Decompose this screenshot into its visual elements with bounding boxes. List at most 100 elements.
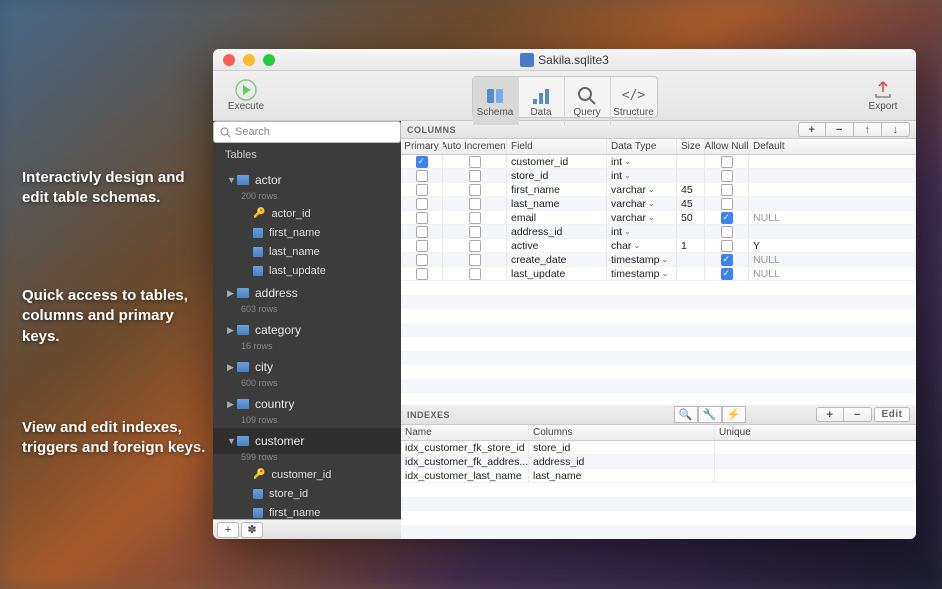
remove-index-button[interactable]: − (844, 407, 872, 422)
default-value[interactable]: Y (749, 239, 916, 252)
autoincrement-checkbox[interactable] (469, 254, 481, 266)
execute-button[interactable]: Execute (221, 72, 271, 120)
remove-column-button[interactable]: − (826, 122, 854, 137)
datatype-select[interactable]: char⌄ (611, 240, 640, 252)
allownull-checkbox[interactable] (721, 170, 733, 182)
column-grid-row[interactable]: active char⌄ 1 Y (401, 239, 916, 253)
datatype-select[interactable]: int⌄ (611, 156, 631, 168)
column-row-customer_id[interactable]: 🔑customer_id (213, 465, 401, 484)
schema-tab[interactable]: Schema (473, 77, 519, 125)
index-grid-row[interactable]: idx_customer_fk_addres... address_id (401, 455, 916, 469)
autoincrement-checkbox[interactable] (469, 240, 481, 252)
column-row-first_name[interactable]: first_name (213, 503, 401, 519)
column-row-store_id[interactable]: store_id (213, 484, 401, 503)
allownull-checkbox[interactable] (721, 240, 733, 252)
datatype-select[interactable]: varchar⌄ (611, 184, 655, 196)
autoincrement-checkbox[interactable] (469, 268, 481, 280)
default-value[interactable] (749, 155, 916, 168)
size-value[interactable] (677, 267, 705, 280)
settings-button[interactable]: ✽ (241, 522, 263, 538)
column-grid-row[interactable]: last_update timestamp⌄ NULL (401, 267, 916, 281)
datatype-select[interactable]: int⌄ (611, 226, 631, 238)
autoincrement-checkbox[interactable] (469, 170, 481, 182)
autoincrement-checkbox[interactable] (469, 198, 481, 210)
table-row-city[interactable]: ▶ city (213, 354, 401, 380)
primary-checkbox[interactable] (416, 212, 428, 224)
default-value[interactable] (749, 225, 916, 238)
size-value[interactable] (677, 169, 705, 182)
search-input[interactable]: Search (213, 121, 401, 143)
default-value[interactable] (749, 197, 916, 210)
datatype-select[interactable]: varchar⌄ (611, 212, 655, 224)
allownull-checkbox[interactable] (721, 254, 733, 266)
table-row-category[interactable]: ▶ category (213, 317, 401, 343)
datatype-select[interactable]: timestamp⌄ (611, 268, 668, 280)
primary-checkbox[interactable] (416, 156, 428, 168)
column-row-first_name[interactable]: first_name (213, 223, 401, 242)
primary-checkbox[interactable] (416, 254, 428, 266)
default-value[interactable] (749, 183, 916, 196)
data-icon (530, 85, 552, 107)
add-column-button[interactable]: + (798, 122, 826, 137)
datatype-select[interactable]: varchar⌄ (611, 198, 655, 210)
move-column-down-button[interactable]: ↓ (882, 122, 910, 137)
column-grid-row[interactable]: customer_id int⌄ (401, 155, 916, 169)
default-value[interactable]: NULL (749, 267, 916, 280)
autoincrement-checkbox[interactable] (469, 212, 481, 224)
main-panel: COLUMNS + − ↑ ↓ Primary Auto Increment F… (401, 121, 916, 539)
table-row-actor[interactable]: ▼ actor (213, 167, 401, 193)
index-grid-row[interactable]: idx_customer_last_name last_name (401, 469, 916, 483)
column-grid-row[interactable]: last_name varchar⌄ 45 (401, 197, 916, 211)
size-value[interactable] (677, 155, 705, 168)
allownull-checkbox[interactable] (721, 198, 733, 210)
table-row-address[interactable]: ▶ address (213, 280, 401, 306)
column-row-last_name[interactable]: last_name (213, 242, 401, 261)
search-indexes-button[interactable]: 🔍 (674, 406, 698, 423)
table-row-country[interactable]: ▶ country (213, 391, 401, 417)
datatype-select[interactable]: timestamp⌄ (611, 254, 668, 266)
primary-checkbox[interactable] (416, 184, 428, 196)
table-row-customer[interactable]: ▼ customer (213, 428, 401, 454)
primary-checkbox[interactable] (416, 198, 428, 210)
index-grid-row[interactable]: idx_customer_fk_store_id store_id (401, 441, 916, 455)
export-button[interactable]: Export (858, 72, 908, 120)
lightning-button[interactable]: ⚡ (722, 406, 746, 423)
wrench-button[interactable]: 🔧 (698, 406, 722, 423)
size-value[interactable] (677, 225, 705, 238)
allownull-checkbox[interactable] (721, 268, 733, 280)
primary-checkbox[interactable] (416, 268, 428, 280)
default-value[interactable]: NULL (749, 253, 916, 266)
primary-checkbox[interactable] (416, 226, 428, 238)
primary-checkbox[interactable] (416, 170, 428, 182)
autoincrement-checkbox[interactable] (469, 156, 481, 168)
edit-index-button[interactable]: Edit (874, 407, 910, 422)
size-value[interactable]: 1 (677, 239, 705, 252)
allownull-checkbox[interactable] (721, 184, 733, 196)
default-value[interactable] (749, 169, 916, 182)
column-row-actor_id[interactable]: 🔑actor_id (213, 204, 401, 223)
size-value[interactable]: 50 (677, 211, 705, 224)
move-column-up-button[interactable]: ↑ (854, 122, 882, 137)
allownull-checkbox[interactable] (721, 226, 733, 238)
primary-checkbox[interactable] (416, 240, 428, 252)
column-grid-row[interactable]: store_id int⌄ (401, 169, 916, 183)
autoincrement-checkbox[interactable] (469, 226, 481, 238)
size-value[interactable]: 45 (677, 183, 705, 196)
size-value[interactable] (677, 253, 705, 266)
allownull-checkbox[interactable] (721, 156, 733, 168)
default-value[interactable]: NULL (749, 211, 916, 224)
column-grid-row[interactable]: first_name varchar⌄ 45 (401, 183, 916, 197)
data-tab[interactable]: Data (519, 77, 565, 125)
column-row-last_update[interactable]: last_update (213, 261, 401, 280)
add-table-button[interactable]: + (217, 522, 239, 538)
add-index-button[interactable]: + (816, 407, 844, 422)
datatype-select[interactable]: int⌄ (611, 170, 631, 182)
column-grid-row[interactable]: create_date timestamp⌄ NULL (401, 253, 916, 267)
allownull-checkbox[interactable] (721, 212, 733, 224)
size-value[interactable]: 45 (677, 197, 705, 210)
autoincrement-checkbox[interactable] (469, 184, 481, 196)
column-grid-row[interactable]: email varchar⌄ 50 NULL (401, 211, 916, 225)
query-tab[interactable]: Query (565, 77, 611, 125)
structure-tab[interactable]: </> Structure (611, 77, 657, 125)
column-grid-row[interactable]: address_id int⌄ (401, 225, 916, 239)
